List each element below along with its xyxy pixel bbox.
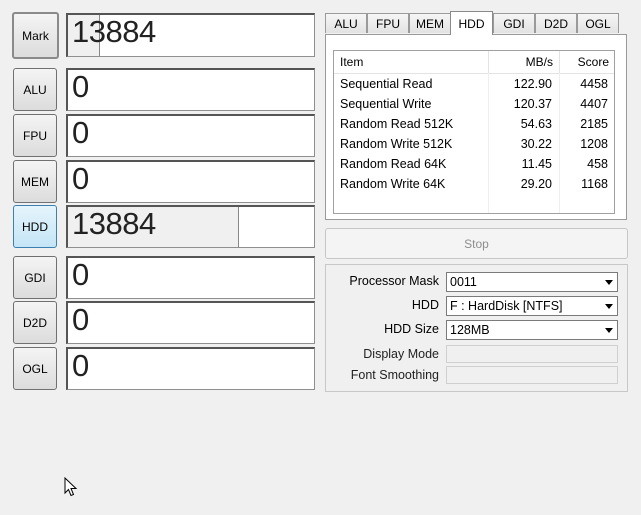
row-score: 1168 — [581, 177, 608, 191]
mark-button[interactable]: Mark — [12, 12, 59, 59]
chevron-down-icon — [605, 280, 613, 285]
hdd-size-select[interactable]: 128MB — [446, 320, 618, 340]
chevron-down-icon — [605, 304, 613, 309]
tab-hdd[interactable]: HDD — [450, 11, 493, 35]
d2d-score-box: 0 — [66, 301, 315, 344]
alu-score-box: 0 — [66, 68, 315, 111]
row-mbs: 120.37 — [513, 97, 552, 111]
hdd-button[interactable]: HDD — [13, 205, 57, 248]
row-mbs: 30.22 — [520, 137, 552, 151]
hdd-select[interactable]: F : HardDisk [NTFS] — [446, 296, 618, 316]
tab-gdi[interactable]: GDI — [493, 13, 535, 33]
row-item: Random Read 64K — [340, 157, 447, 171]
row-score: 458 — [587, 157, 608, 171]
chevron-down-icon — [605, 328, 613, 333]
table-row[interactable]: Random Write 64K 29.20 1168 — [334, 174, 614, 194]
header-mbs[interactable]: MB/s — [526, 55, 553, 69]
hdd-label: HDD — [411, 298, 439, 312]
tab-ogl[interactable]: OGL — [577, 13, 619, 33]
table-row[interactable]: Random Read 64K 11.45 458 — [334, 154, 614, 174]
display-mode-field — [446, 345, 618, 363]
stop-button[interactable]: Stop — [325, 228, 628, 259]
mark-score-box: 13884 — [66, 13, 315, 57]
results-header: Item MB/s Score — [334, 51, 614, 74]
alu-button[interactable]: ALU — [13, 68, 57, 111]
mem-score-value: 0 — [72, 161, 89, 196]
ogl-button[interactable]: OGL — [13, 347, 57, 390]
mem-score-box: 0 — [66, 160, 315, 203]
row-item: Random Read 512K — [340, 117, 454, 131]
tab-d2d[interactable]: D2D — [535, 13, 577, 33]
fpu-button[interactable]: FPU — [13, 114, 57, 157]
row-item: Random Write 64K — [340, 177, 446, 191]
tab-mem[interactable]: MEM — [409, 13, 451, 33]
row-item: Sequential Read — [340, 77, 433, 91]
table-row[interactable]: Sequential Write 120.37 4407 — [334, 94, 614, 114]
table-row[interactable]: Random Read 512K 54.63 2185 — [334, 114, 614, 134]
row-score: 4407 — [580, 97, 608, 111]
alu-score-value: 0 — [72, 69, 89, 104]
tab-fpu[interactable]: FPU — [367, 13, 409, 33]
row-mbs: 29.20 — [520, 177, 552, 191]
header-item[interactable]: Item — [340, 55, 363, 69]
mouse-cursor-icon — [64, 477, 78, 497]
row-item: Sequential Write — [340, 97, 432, 111]
row-score: 2185 — [580, 117, 608, 131]
row-item: Random Write 512K — [340, 137, 453, 151]
row-score: 4458 — [580, 77, 608, 91]
hdd-score-box: 13884 — [66, 205, 315, 248]
gdi-button[interactable]: GDI — [13, 256, 57, 299]
tab-alu[interactable]: ALU — [325, 13, 367, 33]
font-smoothing-field — [446, 366, 618, 384]
display-mode-label: Display Mode — [363, 347, 439, 361]
hdd-score-value: 13884 — [72, 206, 156, 241]
results-list[interactable]: Item MB/s Score Sequential Read 122.90 4… — [333, 50, 615, 214]
processor-mask-select[interactable]: 0011 — [446, 272, 618, 292]
hdd-size-label: HDD Size — [384, 322, 439, 336]
table-row[interactable]: Sequential Read 122.90 4458 — [334, 74, 614, 94]
mark-score-value: 13884 — [72, 14, 156, 49]
gdi-score-box: 0 — [66, 256, 315, 299]
hdd-value: F : HardDisk [NTFS] — [450, 299, 563, 313]
fpu-score-value: 0 — [72, 115, 89, 150]
d2d-button[interactable]: D2D — [13, 301, 57, 344]
d2d-score-value: 0 — [72, 302, 89, 337]
processor-mask-value: 0011 — [450, 275, 477, 289]
gdi-score-value: 0 — [72, 257, 89, 292]
header-score[interactable]: Score — [578, 55, 609, 69]
font-smoothing-label: Font Smoothing — [350, 368, 439, 382]
row-mbs: 122.90 — [513, 77, 552, 91]
ogl-score-box: 0 — [66, 347, 315, 390]
hdd-size-value: 128MB — [450, 323, 490, 337]
fpu-score-box: 0 — [66, 114, 315, 157]
row-mbs: 11.45 — [521, 157, 552, 171]
processor-mask-label: Processor Mask — [349, 274, 439, 288]
row-mbs: 54.63 — [520, 117, 552, 131]
ogl-score-value: 0 — [72, 348, 89, 383]
table-row[interactable]: Random Write 512K 30.22 1208 — [334, 134, 614, 154]
mem-button[interactable]: MEM — [13, 160, 57, 203]
row-score: 1208 — [580, 137, 608, 151]
